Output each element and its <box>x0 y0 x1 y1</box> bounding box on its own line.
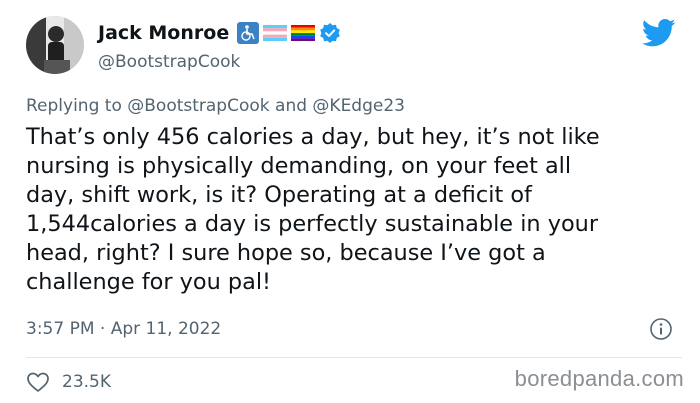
reply-context: Replying to @BootstrapCook and @KEdge23 <box>26 96 405 116</box>
verified-badge-icon <box>320 23 341 43</box>
wheelchair-emoji-icon <box>237 22 260 44</box>
author-name-row: Jack Monroe <box>98 22 341 44</box>
author-display-name[interactable]: Jack Monroe <box>98 22 229 44</box>
watermark-logo: boredpanda.com <box>514 366 684 391</box>
transgender-flag-emoji-icon <box>263 25 288 41</box>
tweet-text: That’s only 456 calories a day, but hey,… <box>26 124 600 295</box>
author-handle[interactable]: @BootstrapCook <box>98 52 240 72</box>
divider <box>26 357 682 358</box>
info-icon[interactable] <box>649 317 673 341</box>
reply-joiner: and <box>275 96 308 116</box>
twitter-bird-icon[interactable] <box>642 18 676 48</box>
tweet-timestamp[interactable]: 3:57 PM · Apr 11, 2022 <box>26 319 221 339</box>
reply-mention-1[interactable]: @BootstrapCook <box>127 96 269 116</box>
like-action[interactable]: 23.5K <box>26 371 111 393</box>
avatar-photo <box>26 16 84 74</box>
like-count: 23.5K <box>62 372 111 392</box>
heart-icon[interactable] <box>26 371 50 393</box>
tweet-header: Jack Monroe @BootstrapCook <box>26 14 686 80</box>
reply-prefix: Replying to <box>26 96 122 116</box>
reply-mention-2[interactable]: @KEdge23 <box>312 96 405 116</box>
avatar[interactable] <box>26 16 84 74</box>
rainbow-flag-emoji-icon <box>291 25 316 41</box>
author-emoji-row <box>237 22 341 44</box>
